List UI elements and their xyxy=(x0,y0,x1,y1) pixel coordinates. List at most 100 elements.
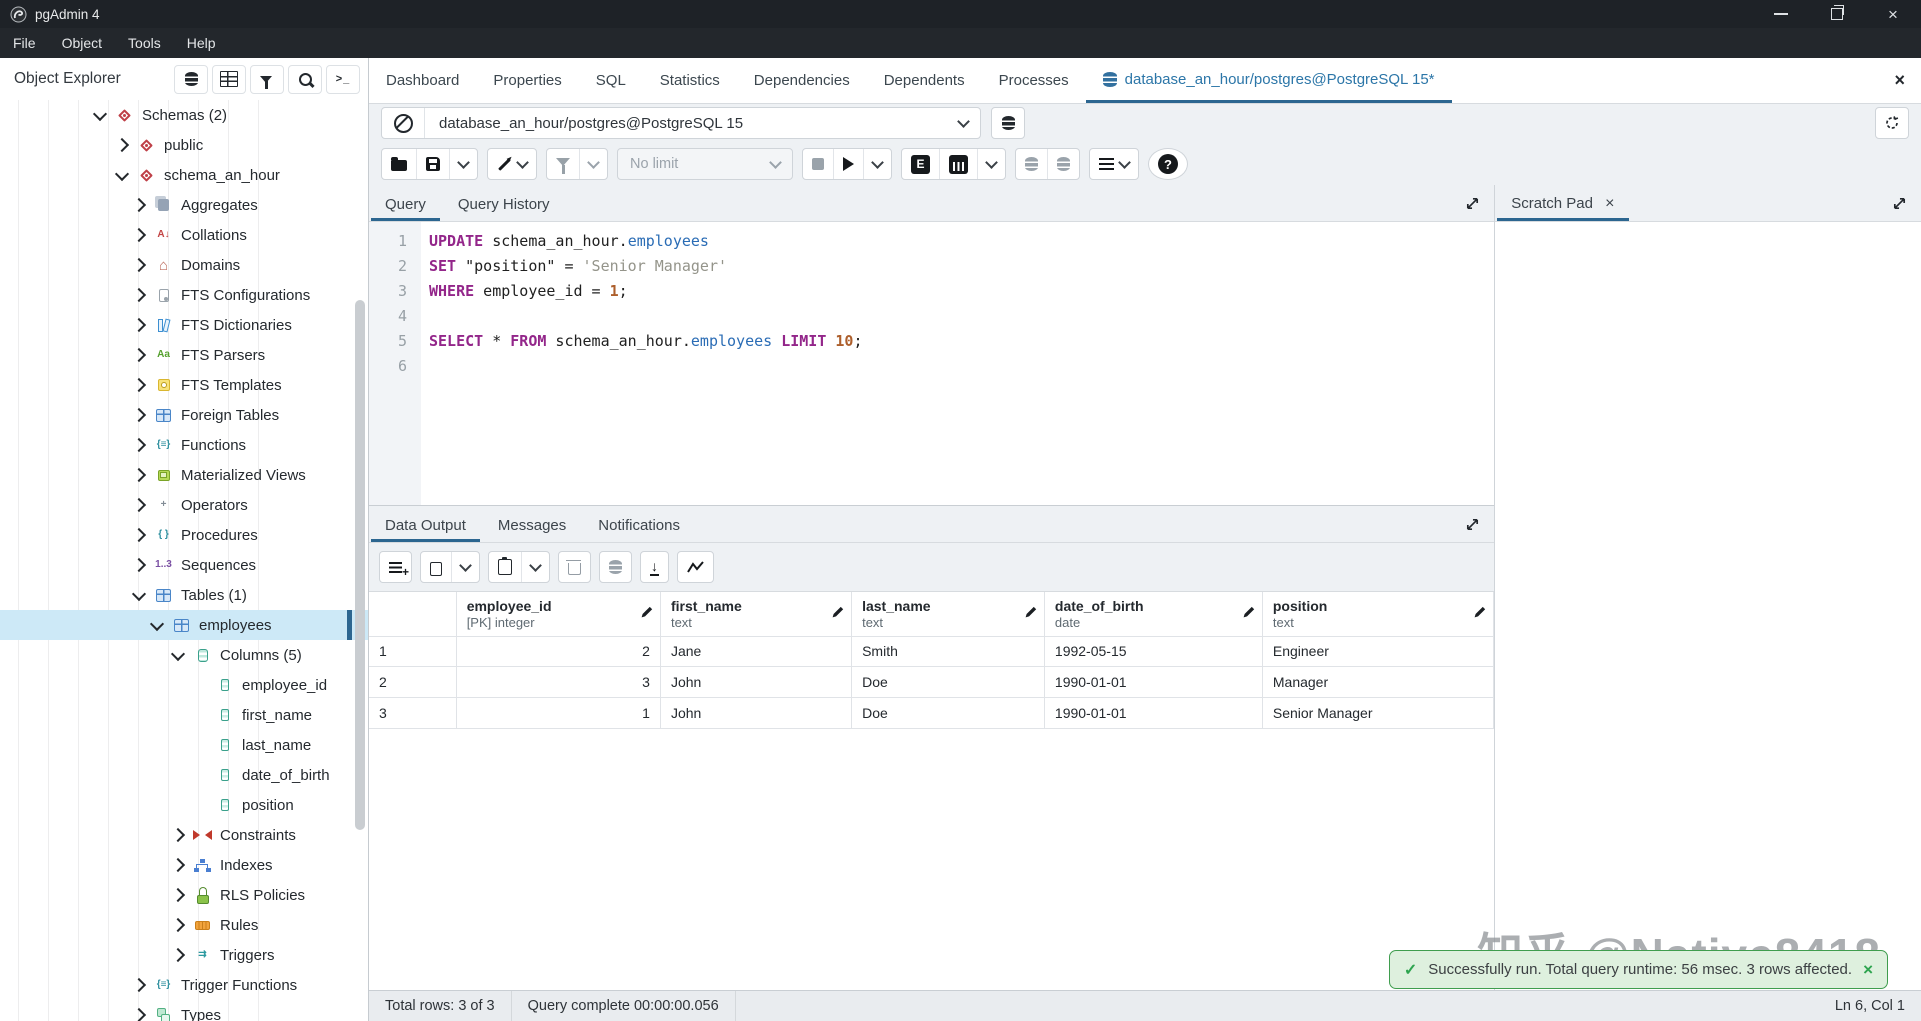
tab-query-history[interactable]: Query History xyxy=(444,196,564,221)
chevron-right-icon[interactable] xyxy=(131,977,147,993)
terminal-icon[interactable]: >_ xyxy=(326,64,360,94)
save-options-chevron[interactable] xyxy=(449,149,477,179)
column-header-last-name[interactable]: last_name text xyxy=(851,592,1045,637)
column-header-position[interactable]: position text xyxy=(1262,592,1495,637)
tree-item-foreign-tables[interactable]: Foreign Tables xyxy=(0,400,368,430)
save-file-button[interactable] xyxy=(416,149,449,179)
close-window-button[interactable]: × xyxy=(1865,0,1921,28)
chevron-right-icon[interactable] xyxy=(131,527,147,543)
menu-file[interactable]: File xyxy=(0,28,49,58)
chevron-right-icon[interactable] xyxy=(131,227,147,243)
scratch-pad-textarea[interactable] xyxy=(1495,222,1921,990)
execute-query-button[interactable] xyxy=(833,149,863,179)
refresh-layout-button[interactable] xyxy=(1875,107,1909,139)
add-row-button[interactable] xyxy=(380,552,411,582)
tab-sql[interactable]: SQL xyxy=(579,58,643,103)
tree-item-fts-parsers[interactable]: Aa FTS Parsers xyxy=(0,340,368,370)
chevron-right-icon[interactable] xyxy=(131,197,147,213)
tree-item-procedures[interactable]: { } Procedures xyxy=(0,520,368,550)
tree-item-types[interactable]: Types xyxy=(0,1000,368,1021)
explain-analyze-button[interactable] xyxy=(939,149,977,179)
chevron-right-icon[interactable] xyxy=(114,137,130,153)
chevron-down-icon[interactable] xyxy=(92,106,108,121)
chevron-right-icon[interactable] xyxy=(131,377,147,393)
commit-button[interactable] xyxy=(1016,149,1047,179)
tab-processes[interactable]: Processes xyxy=(982,58,1086,103)
tab-messages[interactable]: Messages xyxy=(484,517,580,542)
edit-column-icon[interactable] xyxy=(1024,606,1037,622)
tree-item-rls-policies[interactable]: RLS Policies xyxy=(0,880,368,910)
chevron-right-icon[interactable] xyxy=(131,557,147,573)
column-header-first-name[interactable]: first_name text xyxy=(660,592,853,637)
tree-item-fts-configurations[interactable]: FTS Configurations xyxy=(0,280,368,310)
column-header-employee-id[interactable]: employee_id [PK] integer xyxy=(456,592,661,637)
expand-editor-button[interactable] xyxy=(1451,196,1494,211)
chevron-right-icon[interactable] xyxy=(131,497,147,513)
menu-help[interactable]: Help xyxy=(174,28,229,58)
tree-item-tables-1[interactable]: Tables (1) xyxy=(0,580,368,610)
tree-item-collations[interactable]: A↓ Collations xyxy=(0,220,368,250)
tree-item-position[interactable]: position xyxy=(0,790,368,820)
expand-data-output-button[interactable] xyxy=(1451,517,1494,532)
edit-column-icon[interactable] xyxy=(1242,606,1255,622)
filter-button[interactable] xyxy=(547,149,579,179)
chevron-right-icon[interactable] xyxy=(131,287,147,303)
tab-dependencies[interactable]: Dependencies xyxy=(737,58,867,103)
table-row[interactable]: 3 1 John Doe 1990-01-01 Senior Manager xyxy=(369,697,1495,729)
chevron-right-icon[interactable] xyxy=(170,857,186,873)
tab-scratch-pad[interactable]: Scratch Pad × xyxy=(1497,195,1629,221)
chevron-down-icon[interactable] xyxy=(149,616,165,631)
execute-options-chevron[interactable] xyxy=(863,149,891,179)
open-file-button[interactable] xyxy=(382,149,416,179)
table-row[interactable]: 2 3 John Doe 1990-01-01 Manager xyxy=(369,666,1495,699)
chevron-right-icon[interactable] xyxy=(170,917,186,933)
tree-item-last-name[interactable]: last_name xyxy=(0,730,368,760)
cancel-query-button[interactable] xyxy=(803,149,833,179)
chevron-right-icon[interactable] xyxy=(131,317,147,333)
tab-dependents[interactable]: Dependents xyxy=(867,58,982,103)
tree-item-employee-id[interactable]: employee_id xyxy=(0,670,368,700)
expand-scratch-pad-button[interactable] xyxy=(1878,196,1921,211)
tree-item-trigger-functions[interactable]: {≡} Trigger Functions xyxy=(0,970,368,1000)
tree-item-indexes[interactable]: Indexes xyxy=(0,850,368,880)
chevron-right-icon[interactable] xyxy=(131,467,147,483)
restore-button[interactable] xyxy=(1809,0,1865,28)
chevron-right-icon[interactable] xyxy=(131,347,147,363)
delete-row-button[interactable] xyxy=(559,552,590,582)
paste-options-chevron[interactable] xyxy=(521,552,549,582)
row-limit-select[interactable]: No limit xyxy=(617,148,793,180)
filter-options-chevron[interactable] xyxy=(579,149,607,179)
menu-object[interactable]: Object xyxy=(49,28,115,58)
edit-column-icon[interactable] xyxy=(1473,606,1486,622)
tree-item-columns-5[interactable]: Columns (5) xyxy=(0,640,368,670)
minimize-button[interactable] xyxy=(1753,0,1809,28)
chevron-right-icon[interactable] xyxy=(131,437,147,453)
tree-item-functions[interactable]: {≡} Functions xyxy=(0,430,368,460)
close-scratch-pad-icon[interactable]: × xyxy=(1605,195,1614,212)
tab-properties[interactable]: Properties xyxy=(476,58,578,103)
edit-options-button[interactable] xyxy=(488,149,536,179)
edit-column-icon[interactable] xyxy=(831,606,844,622)
edit-column-icon[interactable] xyxy=(640,606,653,622)
chevron-right-icon[interactable] xyxy=(131,257,147,273)
paste-button[interactable] xyxy=(489,552,521,582)
new-connection-button[interactable] xyxy=(991,107,1025,139)
tree-item-date-of-birth[interactable]: date_of_birth xyxy=(0,760,368,790)
copy-button[interactable] xyxy=(421,552,451,582)
tab-dashboard[interactable]: Dashboard xyxy=(369,58,476,103)
tab-query-tool-database-an-hour-postgres-postgresql-15[interactable]: database_an_hour/postgres@PostgreSQL 15* xyxy=(1085,58,1452,103)
tab-statistics[interactable]: Statistics xyxy=(643,58,737,103)
chevron-right-icon[interactable] xyxy=(170,947,186,963)
sql-editor[interactable]: 1 UPDATE schema_an_hour.employees 2 SET "po… xyxy=(369,222,1495,505)
tree-item-rules[interactable]: Rules xyxy=(0,910,368,940)
help-button[interactable]: ? xyxy=(1149,149,1187,179)
tree-item-fts-dictionaries[interactable]: FTS Dictionaries xyxy=(0,310,368,340)
chevron-right-icon[interactable] xyxy=(131,1007,147,1021)
explain-button[interactable]: E xyxy=(902,149,939,179)
tree-item-schemas-2[interactable]: Schemas (2) xyxy=(0,100,368,130)
tree-item-triggers[interactable]: ⇉ Triggers xyxy=(0,940,368,970)
database-stack-icon[interactable] xyxy=(174,64,208,94)
tree-item-aggregates[interactable]: Aggregates xyxy=(0,190,368,220)
copy-options-chevron[interactable] xyxy=(451,552,479,582)
sidebar-scrollbar[interactable] xyxy=(355,300,365,830)
